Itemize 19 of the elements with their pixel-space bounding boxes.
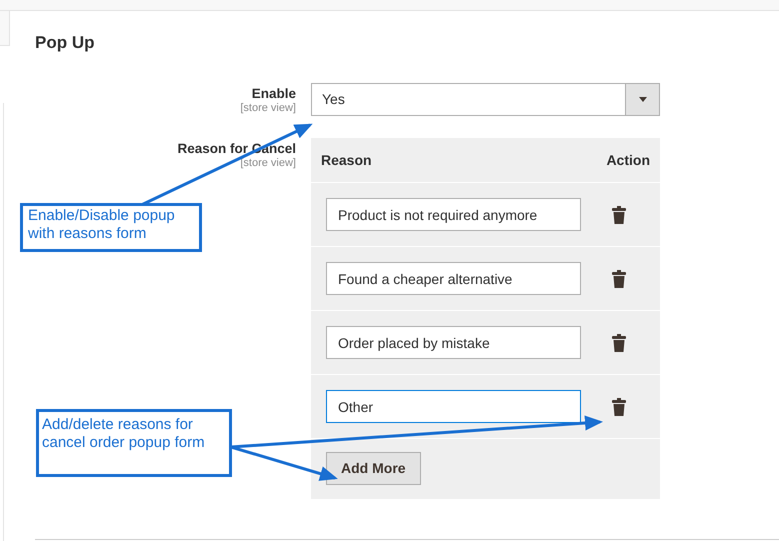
caret-icon <box>638 97 646 102</box>
trash-icon[interactable] <box>612 270 626 288</box>
reason-field[interactable]: Found a cheaper alternative <box>326 262 581 295</box>
annotation-callout: Add/delete reasons for cancel order popup form <box>36 409 232 477</box>
trash-icon[interactable] <box>612 398 626 416</box>
section-title: Pop Up <box>35 32 94 54</box>
reason-field[interactable]: Other <box>326 390 581 423</box>
scope-label: [store view] <box>240 157 296 170</box>
reason-field[interactable]: Product is not required anymore <box>326 198 581 231</box>
trash-icon[interactable] <box>612 206 626 224</box>
add-more-button[interactable]: Add More <box>326 452 421 485</box>
select-field[interactable]: Yes <box>311 83 660 116</box>
field-label: Enable <box>252 85 296 102</box>
scope-label: [store view] <box>240 102 296 115</box>
trash-icon[interactable] <box>612 334 626 352</box>
column-header: Action <box>606 150 650 170</box>
column-header: Reason <box>321 150 372 170</box>
reason-field[interactable]: Order placed by mistake <box>326 326 581 359</box>
annotation-callout: Enable/Disable popup with reasons form <box>20 203 202 252</box>
